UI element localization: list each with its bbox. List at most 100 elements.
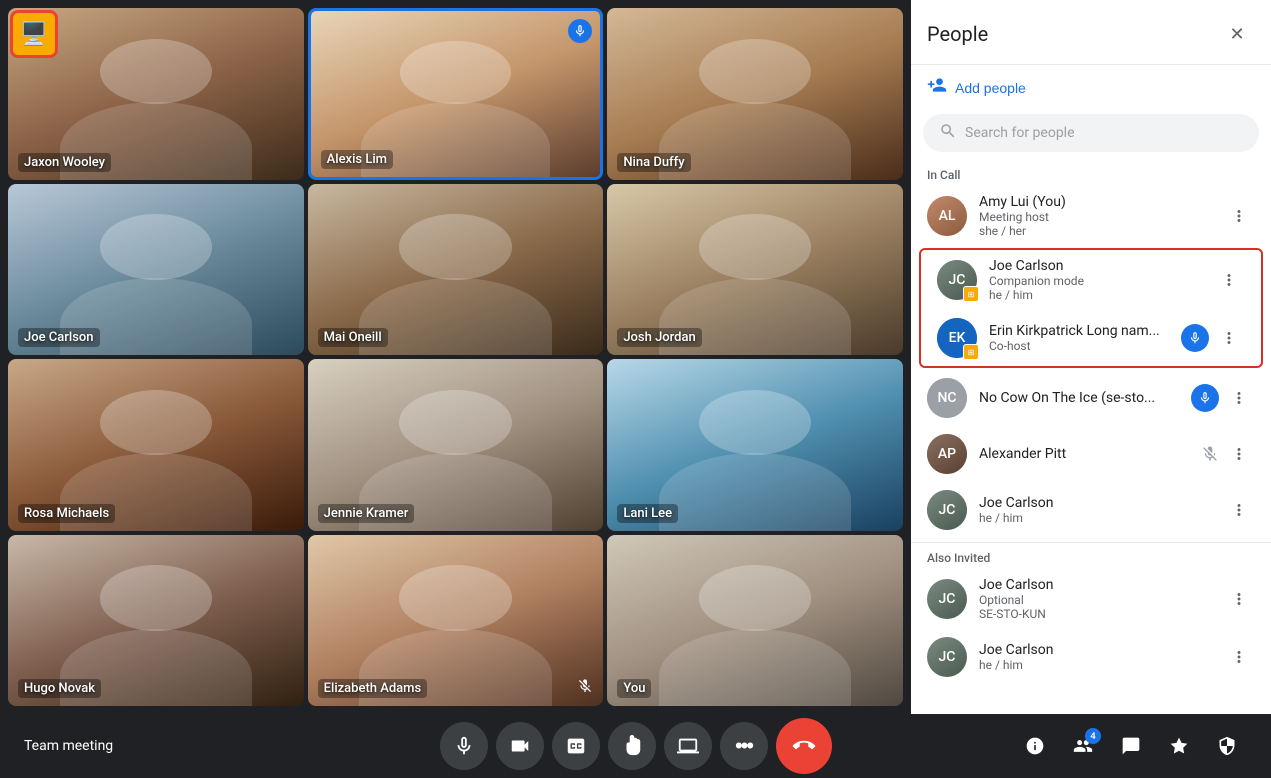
in-call-label: In call bbox=[911, 160, 1271, 186]
person-row[interactable]: EK⊞ Erin Kirkpatrick Long nam...Co-host bbox=[921, 310, 1261, 366]
person-info: Joe CarlsonOptionalSE-STO-KUN bbox=[979, 577, 1211, 621]
more-options-button[interactable]: ••• bbox=[720, 722, 768, 770]
more-options-button[interactable] bbox=[1213, 264, 1245, 296]
participant-name: Jennie Kramer bbox=[318, 504, 415, 523]
people-panel: People ✕ Add people In call bbox=[911, 0, 1271, 714]
person-name: Erin Kirkpatrick Long nam... bbox=[989, 323, 1169, 339]
person-name: Joe Carlson bbox=[989, 258, 1201, 274]
video-grid: Jaxon WooleyAlexis LimNina DuffyJoe Carl… bbox=[0, 0, 911, 714]
panel-title: People bbox=[927, 22, 988, 46]
search-input[interactable] bbox=[965, 125, 1243, 141]
activities-button[interactable] bbox=[1159, 726, 1199, 766]
more-options-button[interactable] bbox=[1213, 322, 1245, 354]
highlighted-group: JC⊞Joe CarlsonCompanion modehe / himEK⊞E… bbox=[919, 248, 1263, 368]
person-subtitle2: SE-STO-KUN bbox=[979, 607, 1211, 621]
video-tile[interactable]: Josh Jordan bbox=[607, 184, 903, 356]
add-person-icon bbox=[927, 75, 947, 100]
add-people-button[interactable]: Add people bbox=[911, 65, 1271, 110]
security-button[interactable] bbox=[1207, 726, 1247, 766]
raise-hand-button[interactable] bbox=[608, 722, 656, 770]
person-avatar: JC bbox=[927, 579, 967, 619]
person-actions bbox=[1213, 264, 1245, 296]
person-avatar: EK⊞ bbox=[937, 318, 977, 358]
video-tile[interactable]: Joe Carlson bbox=[8, 184, 304, 356]
video-tile[interactable]: Elizabeth Adams bbox=[308, 535, 604, 707]
person-subtitle: Meeting host bbox=[979, 210, 1211, 224]
mic-on-icon bbox=[1191, 384, 1219, 412]
participant-name: Mai Oneill bbox=[318, 328, 388, 347]
person-row[interactable]: NCNo Cow On The Ice (se-sto... bbox=[911, 370, 1271, 426]
mic-muted-icon bbox=[577, 678, 593, 698]
app-logo[interactable]: 🖥️ bbox=[10, 10, 58, 58]
person-subtitle: Companion mode bbox=[989, 274, 1201, 288]
close-panel-button[interactable]: ✕ bbox=[1219, 16, 1255, 52]
participant-name: Alexis Lim bbox=[321, 150, 393, 169]
person-avatar: JC bbox=[927, 490, 967, 530]
companion-badge: ⊞ bbox=[963, 344, 979, 360]
also-invited-label: Also invited bbox=[911, 543, 1271, 569]
person-subtitle: Co-host bbox=[989, 339, 1169, 353]
person-info: Joe Carlsonhe / him bbox=[979, 495, 1211, 525]
person-avatar: AL bbox=[927, 196, 967, 236]
more-options-button[interactable] bbox=[1223, 382, 1255, 414]
end-call-button[interactable] bbox=[776, 718, 832, 774]
person-subtitle: Optional bbox=[979, 593, 1211, 607]
participant-name: Rosa Michaels bbox=[18, 504, 115, 523]
person-row[interactable]: JC Joe Carlsonhe / him bbox=[911, 482, 1271, 538]
search-bar[interactable] bbox=[923, 114, 1259, 152]
person-info: Joe CarlsonCompanion modehe / him bbox=[989, 258, 1201, 302]
more-options-button[interactable] bbox=[1223, 494, 1255, 526]
meeting-title: Team meeting bbox=[24, 738, 113, 754]
participant-name: Joe Carlson bbox=[18, 328, 100, 347]
video-tile[interactable]: Alexis Lim bbox=[308, 8, 604, 180]
person-actions bbox=[1223, 494, 1255, 526]
person-info: Amy Lui (You)Meeting hostshe / her bbox=[979, 194, 1211, 238]
person-info: Alexander Pitt bbox=[979, 446, 1189, 462]
person-actions bbox=[1181, 322, 1245, 354]
captions-button[interactable] bbox=[552, 722, 600, 770]
person-row[interactable]: JC Joe CarlsonOptionalSE-STO-KUN bbox=[911, 569, 1271, 629]
main-area: Jaxon WooleyAlexis LimNina DuffyJoe Carl… bbox=[0, 0, 1271, 714]
person-name: Alexander Pitt bbox=[979, 446, 1189, 462]
mic-off-icon bbox=[1201, 445, 1219, 463]
video-tile[interactable]: Rosa Michaels bbox=[8, 359, 304, 531]
people-button[interactable]: 4 bbox=[1063, 726, 1103, 766]
video-tile[interactable]: Jennie Kramer bbox=[308, 359, 604, 531]
participant-name: Elizabeth Adams bbox=[318, 679, 428, 698]
video-tile[interactable]: Lani Lee bbox=[607, 359, 903, 531]
also-invited-section: Also invited JCJoe CarlsonOptionalSE-STO… bbox=[911, 542, 1271, 685]
person-subtitle: he / him bbox=[979, 511, 1211, 525]
mic-button[interactable] bbox=[440, 722, 488, 770]
person-row[interactable]: JC⊞Joe CarlsonCompanion modehe / him bbox=[921, 250, 1261, 310]
more-options-button[interactable] bbox=[1223, 438, 1255, 470]
panel-header: People ✕ bbox=[911, 0, 1271, 65]
person-name: Joe Carlson bbox=[979, 642, 1211, 658]
toolbar-left: Team meeting bbox=[24, 738, 113, 754]
more-options-button[interactable] bbox=[1223, 583, 1255, 615]
person-actions bbox=[1223, 200, 1255, 232]
participant-name: Nina Duffy bbox=[617, 153, 690, 172]
more-options-button[interactable] bbox=[1223, 200, 1255, 232]
person-name: Joe Carlson bbox=[979, 495, 1211, 511]
video-tile[interactable]: Hugo Novak bbox=[8, 535, 304, 707]
person-row[interactable]: AL Amy Lui (You)Meeting hostshe / her bbox=[911, 186, 1271, 246]
participant-name: Lani Lee bbox=[617, 504, 678, 523]
video-tile[interactable]: Mai Oneill bbox=[308, 184, 604, 356]
person-subtitle2: she / her bbox=[979, 224, 1211, 238]
chat-button[interactable] bbox=[1111, 726, 1151, 766]
logo-icon: 🖥️ bbox=[20, 22, 47, 47]
video-tile[interactable]: You bbox=[607, 535, 903, 707]
close-icon: ✕ bbox=[1229, 24, 1244, 45]
person-subtitle2: he / him bbox=[989, 288, 1201, 302]
person-avatar: AP bbox=[927, 434, 967, 474]
more-options-button[interactable] bbox=[1223, 641, 1255, 673]
person-avatar: NC bbox=[927, 378, 967, 418]
search-icon bbox=[939, 122, 957, 144]
video-tile[interactable]: Nina Duffy bbox=[607, 8, 903, 180]
info-button[interactable] bbox=[1015, 726, 1055, 766]
camera-button[interactable] bbox=[496, 722, 544, 770]
participant-name: Hugo Novak bbox=[18, 679, 101, 698]
person-row[interactable]: JCJoe Carlsonhe / him bbox=[911, 629, 1271, 685]
present-button[interactable] bbox=[664, 722, 712, 770]
person-row[interactable]: AP Alexander Pitt bbox=[911, 426, 1271, 482]
